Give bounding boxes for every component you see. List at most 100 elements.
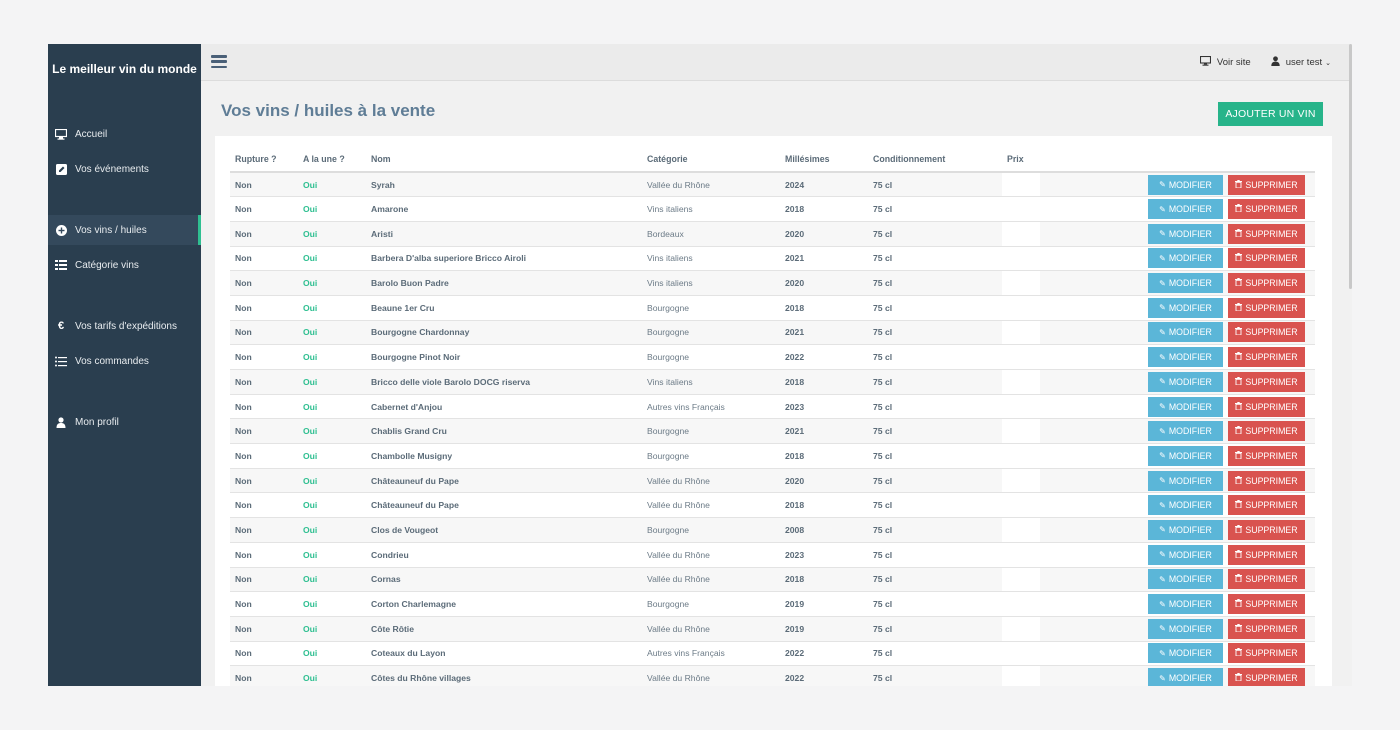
- modify-button[interactable]: ✎ MODIFIER: [1148, 618, 1223, 639]
- table-row: Non Oui Chambolle Musigny Bourgogne 2018 75 c…: [230, 443, 1315, 469]
- table-row: Non Oui Beaune 1er Cru Bourgogne 2018 75 cl ✎ M…: [230, 294, 1315, 321]
- modify-button[interactable]: ✎ MODIFIER: [1148, 322, 1223, 343]
- trash-icon: [1235, 376, 1243, 387]
- rupture-cell: Non: [230, 196, 298, 222]
- delete-button[interactable]: SUPPRIMER: [1228, 396, 1305, 417]
- table-row: Non Oui Bourgogne Chardonnay Bourgogne 2021 7…: [230, 319, 1315, 345]
- sidebar-item-evenements[interactable]: Vos événements: [48, 154, 201, 184]
- delete-button[interactable]: SUPPRIMER: [1228, 199, 1305, 220]
- prix-cell: [1002, 294, 1040, 321]
- rupture-cell: Non: [230, 344, 298, 370]
- prix-cell: [1002, 443, 1040, 469]
- delete-button[interactable]: SUPPRIMER: [1228, 297, 1305, 318]
- delete-button[interactable]: SUPPRIMER: [1228, 174, 1305, 195]
- rupture-cell: Non: [230, 640, 298, 666]
- millesime-cell: 2023: [780, 541, 868, 567]
- modify-button[interactable]: ✎ MODIFIER: [1148, 199, 1223, 220]
- modify-button[interactable]: ✎ MODIFIER: [1148, 371, 1223, 392]
- modify-label: MODIFIER: [1168, 648, 1212, 659]
- delete-button[interactable]: SUPPRIMER: [1228, 371, 1305, 392]
- add-wine-button[interactable]: AJOUTER UN VIN: [1218, 102, 1323, 126]
- rupture-cell: Non: [230, 369, 298, 395]
- trash-icon: [1235, 327, 1243, 337]
- categorie-cell: Bourgogne: [642, 418, 780, 444]
- sidebar-item-categorie[interactable]: Catégorie vins: [48, 250, 201, 280]
- sidebar: Le meilleur vin du monde Accueil Vos évé…: [48, 44, 201, 686]
- modify-button[interactable]: ✎ MODIFIER: [1148, 495, 1223, 516]
- modify-button[interactable]: ✎ MODIFIER: [1148, 396, 1223, 417]
- list-icon: [54, 258, 68, 272]
- modify-label: MODIFIER: [1168, 228, 1212, 239]
- millesime-cell: 2020: [780, 270, 868, 296]
- trash-icon: [1235, 623, 1243, 634]
- delete-button[interactable]: SUPPRIMER: [1228, 421, 1305, 442]
- nom-cell: Bricco delle viole Barolo DOCG riserva: [366, 369, 642, 395]
- voir-site-link[interactable]: Voir site: [1199, 55, 1251, 69]
- nom-cell: Côte Rôtie: [366, 615, 642, 642]
- modify-button[interactable]: ✎ MODIFIER: [1148, 643, 1223, 664]
- modify-label: MODIFIER: [1168, 673, 1212, 684]
- pencil-icon: ✎: [1159, 327, 1166, 337]
- modify-button[interactable]: ✎ MODIFIER: [1148, 347, 1223, 368]
- categorie-cell: Vins italiens: [642, 196, 780, 222]
- categorie-cell: Vins italiens: [642, 369, 780, 395]
- millesime-cell: 2021: [780, 319, 868, 345]
- delete-button[interactable]: SUPPRIMER: [1228, 544, 1305, 565]
- delete-button[interactable]: SUPPRIMER: [1228, 445, 1305, 466]
- modify-button[interactable]: ✎ MODIFIER: [1148, 594, 1223, 615]
- modify-button[interactable]: ✎ MODIFIER: [1148, 273, 1223, 294]
- delete-button[interactable]: SUPPRIMER: [1228, 643, 1305, 664]
- une-cell: Oui: [298, 220, 366, 247]
- une-cell: Oui: [298, 566, 366, 592]
- delete-button[interactable]: SUPPRIMER: [1228, 322, 1305, 343]
- user-menu[interactable]: user test ⌄: [1270, 56, 1331, 69]
- actions-cell: ✎ MODIFIER SUPPRIMER: [1040, 393, 1315, 419]
- modify-button[interactable]: ✎ MODIFIER: [1148, 248, 1223, 269]
- header-une: A la une ?: [298, 146, 366, 173]
- delete-button[interactable]: SUPPRIMER: [1228, 569, 1305, 590]
- modify-button[interactable]: ✎ MODIFIER: [1148, 223, 1223, 244]
- table-row: Non Oui Bricco delle viole Barolo DOCG ris…: [230, 369, 1315, 395]
- nom-cell: Bourgogne Pinot Noir: [366, 344, 642, 370]
- sidebar-item-accueil[interactable]: Accueil: [48, 119, 201, 149]
- sidebar-item-profil[interactable]: Mon profil: [48, 407, 201, 437]
- delete-button[interactable]: SUPPRIMER: [1228, 519, 1305, 540]
- modify-button[interactable]: ✎ MODIFIER: [1148, 668, 1223, 686]
- sidebar-item-vins[interactable]: Vos vins / huiles: [48, 215, 201, 245]
- categorie-cell: Vallée du Rhône: [642, 492, 780, 518]
- une-cell: Oui: [298, 171, 366, 197]
- modify-button[interactable]: ✎ MODIFIER: [1148, 519, 1223, 540]
- actions-cell: ✎ MODIFIER SUPPRIMER: [1040, 467, 1315, 493]
- modify-button[interactable]: ✎ MODIFIER: [1148, 421, 1223, 442]
- delete-label: SUPPRIMER: [1245, 278, 1298, 289]
- sidebar-item-tarifs[interactable]: € Vos tarifs d'expéditions: [48, 311, 201, 341]
- delete-button[interactable]: SUPPRIMER: [1228, 248, 1305, 269]
- modify-button[interactable]: ✎ MODIFIER: [1148, 544, 1223, 565]
- delete-button[interactable]: SUPPRIMER: [1228, 618, 1305, 639]
- modify-label: MODIFIER: [1168, 450, 1212, 461]
- modify-button[interactable]: ✎ MODIFIER: [1148, 470, 1223, 491]
- millesime-cell: 2020: [780, 467, 868, 493]
- delete-button[interactable]: SUPPRIMER: [1228, 223, 1305, 244]
- delete-button[interactable]: SUPPRIMER: [1228, 668, 1305, 686]
- modify-button[interactable]: ✎ MODIFIER: [1148, 445, 1223, 466]
- modify-button[interactable]: ✎ MODIFIER: [1148, 174, 1223, 195]
- delete-button[interactable]: SUPPRIMER: [1228, 594, 1305, 615]
- modify-button[interactable]: ✎ MODIFIER: [1148, 297, 1223, 318]
- hamburger-menu-icon[interactable]: [211, 55, 227, 69]
- sidebar-item-label: Catégorie vins: [75, 259, 139, 271]
- prix-cell: [1002, 467, 1040, 493]
- une-cell: Oui: [298, 541, 366, 567]
- table-row: Non Oui Bourgogne Pinot Noir Bourgogne 2022 7…: [230, 344, 1315, 370]
- actions-cell: ✎ MODIFIER SUPPRIMER: [1040, 369, 1315, 395]
- delete-button[interactable]: SUPPRIMER: [1228, 273, 1305, 294]
- delete-button[interactable]: SUPPRIMER: [1228, 470, 1305, 491]
- modify-label: MODIFIER: [1168, 179, 1212, 190]
- sidebar-item-commandes[interactable]: Vos commandes: [48, 346, 201, 376]
- trash-icon: [1235, 426, 1243, 436]
- delete-button[interactable]: SUPPRIMER: [1228, 347, 1305, 368]
- delete-button[interactable]: SUPPRIMER: [1228, 495, 1305, 516]
- modify-button[interactable]: ✎ MODIFIER: [1148, 569, 1223, 590]
- pencil-icon: ✎: [1159, 525, 1166, 535]
- scrollbar[interactable]: [1349, 44, 1352, 686]
